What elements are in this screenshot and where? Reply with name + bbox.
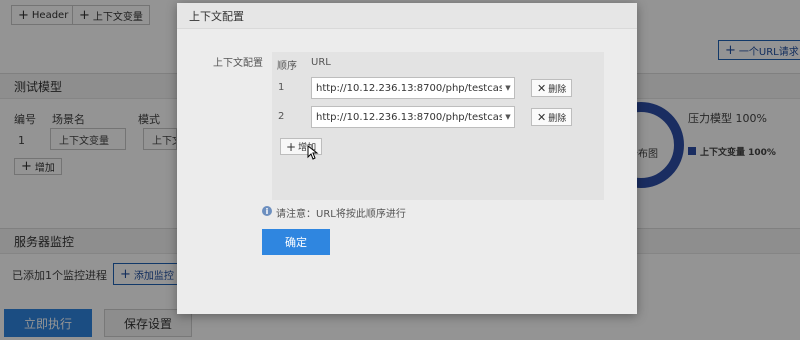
url-row-order: 1 — [278, 82, 285, 93]
confirm-button[interactable]: 确定 — [262, 229, 330, 255]
context-config-modal: 上下文配置 上下文配置 顺序 URL 1 http://10.12.236.13… — [177, 3, 637, 314]
dropdown-arrow-icon: ▼ — [505, 84, 511, 92]
modal-title-bar: 上下文配置 — [177, 3, 637, 29]
column-url-header: URL — [311, 57, 331, 68]
order-notice-text: 请注意：URL将按此顺序进行 — [276, 209, 406, 220]
modal-title: 上下文配置 — [189, 9, 244, 23]
url-row-order: 2 — [278, 111, 285, 122]
delete-url-button[interactable]: ✕ 删除 — [531, 79, 573, 97]
mouse-cursor-icon — [307, 145, 319, 160]
plus-icon: + — [286, 139, 297, 154]
info-icon: i — [262, 206, 272, 216]
url-select[interactable]: http://10.12.236.13:8700/php/testcase/co… — [311, 77, 515, 99]
dropdown-arrow-icon: ▼ — [505, 113, 511, 121]
close-icon: ✕ — [537, 110, 547, 124]
close-icon: ✕ — [537, 81, 547, 95]
url-list-panel: 顺序 URL 1 http://10.12.236.13:8700/php/te… — [272, 52, 604, 200]
url-select[interactable]: http://10.12.236.13:8700/php/testcase/co… — [311, 106, 515, 128]
column-order-header: 顺序 — [277, 61, 297, 72]
delete-url-button[interactable]: ✕ 删除 — [531, 108, 573, 126]
context-config-field-label: 上下文配置 — [213, 58, 263, 69]
